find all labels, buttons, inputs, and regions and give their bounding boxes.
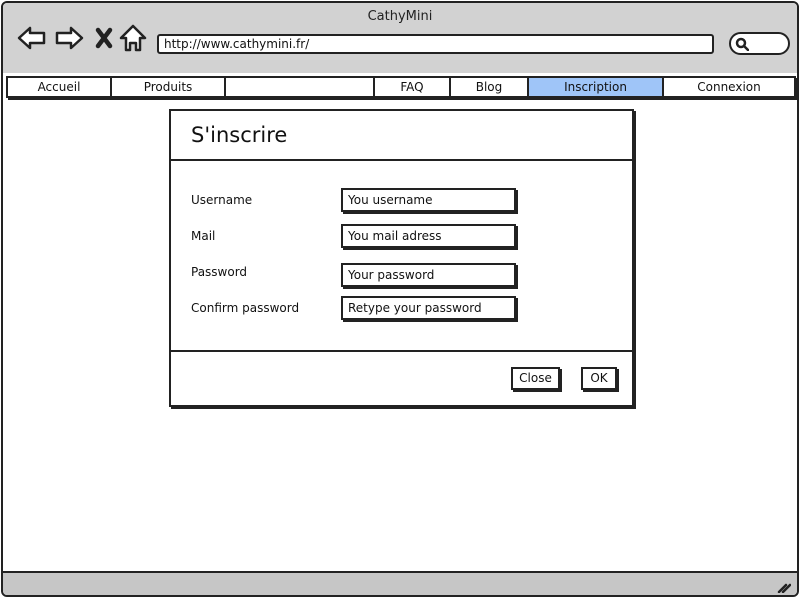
dialog-title: S'inscrire [191,123,288,147]
signup-dialog: S'inscrire Username Mail Password Confir… [169,109,634,407]
back-arrow-icon[interactable] [17,23,47,53]
dialog-footer-divider [171,350,632,352]
password-label: Password [191,265,248,279]
browser-chrome: CathyMini http://www.cathymini.fr/ [3,3,797,73]
browser-window: CathyMini http://www.cathymini.fr/ Accue… [1,1,799,597]
tab-label: FAQ [400,80,424,94]
close-x-icon[interactable] [91,23,121,53]
mail-label: Mail [191,229,216,243]
tab-label: Connexion [697,80,761,94]
dialog-header-divider [171,159,632,161]
tab-accueil[interactable]: Accueil [8,78,112,96]
tab-connexion[interactable]: Connexion [664,78,794,96]
close-button[interactable]: Close [511,367,560,390]
main-navbar: Accueil Produits FAQ Blog Inscription Co… [6,76,796,98]
tab-blog[interactable]: Blog [451,78,529,96]
confirm-password-label: Confirm password [191,301,300,315]
password-input[interactable] [341,263,516,287]
tab-label: Inscription [564,80,627,94]
tab-inscription[interactable]: Inscription [529,78,664,96]
tab-produits[interactable]: Produits [112,78,226,96]
forward-arrow-icon[interactable] [54,23,84,53]
url-bar[interactable]: http://www.cathymini.fr/ [157,34,714,54]
resize-grip-icon[interactable] [777,581,791,593]
tab-label: Accueil [37,80,81,94]
mail-input[interactable] [341,224,516,248]
search-field[interactable] [729,32,790,55]
ok-button[interactable]: OK [581,367,617,390]
window-title: CathyMini [367,9,433,24]
username-label: Username [191,193,253,207]
home-icon[interactable] [119,23,149,53]
search-icon [735,37,749,51]
tab-faq[interactable]: FAQ [375,78,451,96]
tab-label: Produits [143,80,193,94]
confirm-password-input[interactable] [341,296,516,320]
status-bar [3,571,797,595]
tab-label: Blog [475,80,503,94]
tab-empty[interactable] [226,78,375,96]
username-input[interactable] [341,188,516,212]
